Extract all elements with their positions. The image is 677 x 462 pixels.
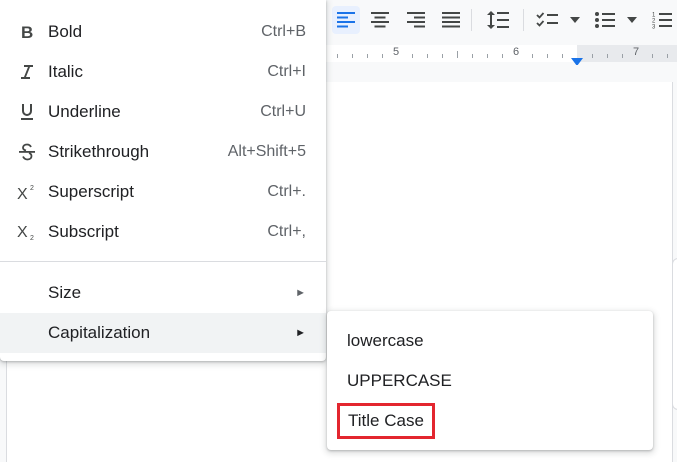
- menu-item-bold[interactable]: B Bold Ctrl+B: [0, 12, 326, 52]
- menu-item-label: Capitalization: [48, 323, 151, 342]
- toolbar-divider: [471, 9, 472, 31]
- ruler-tick: [532, 54, 533, 58]
- submenu-item-label: lowercase: [347, 331, 424, 350]
- menu-item-label: Underline: [48, 102, 121, 121]
- highlight-box: Title Case: [337, 403, 435, 439]
- ruler-active-area: [326, 45, 577, 62]
- superscript-icon: X2: [14, 180, 40, 204]
- menu-item-capitalization[interactable]: Capitalization ►: [0, 313, 326, 353]
- svg-text:X: X: [17, 186, 28, 201]
- menu-item-shortcut: Ctrl+U: [260, 103, 306, 120]
- ruler-tick: [652, 54, 653, 58]
- submenu-item-title-case[interactable]: Title Case: [327, 401, 653, 441]
- text-format-menu: B Bold Ctrl+B Italic Ctrl+I Underline Ct…: [0, 0, 326, 361]
- checklist-icon[interactable]: [533, 6, 561, 34]
- ruler-tick: [442, 54, 443, 58]
- ruler-tick: [427, 54, 428, 58]
- submenu-item-uppercase[interactable]: UPPERCASE: [327, 361, 653, 401]
- italic-icon: [14, 60, 40, 84]
- ruler-tick: [367, 54, 368, 58]
- ruler-tick: [337, 54, 338, 58]
- ruler[interactable]: 5 6 7: [326, 42, 677, 66]
- menu-item-italic[interactable]: Italic Ctrl+I: [0, 52, 326, 92]
- align-left-icon[interactable]: [332, 6, 360, 34]
- align-right-icon[interactable]: [402, 6, 430, 34]
- submenu-arrow-icon: ►: [295, 327, 306, 339]
- menu-item-superscript[interactable]: X2 Superscript Ctrl+.: [0, 172, 326, 212]
- menu-item-size[interactable]: Size ►: [0, 273, 326, 313]
- side-panel-edge: [672, 258, 677, 410]
- menu-item-shortcut: Alt+Shift+5: [227, 143, 306, 160]
- svg-text:2: 2: [30, 235, 34, 241]
- ruler-tick: [352, 54, 353, 58]
- menu-item-underline[interactable]: Underline Ctrl+U: [0, 92, 326, 132]
- justify-icon[interactable]: [437, 6, 465, 34]
- ruler-number: 7: [632, 46, 640, 58]
- submenu-item-label: UPPERCASE: [347, 371, 452, 390]
- ruler-number: 6: [512, 46, 520, 58]
- ruler-tick: [622, 54, 623, 58]
- menu-item-shortcut: Ctrl+B: [261, 23, 306, 40]
- menu-item-label: Subscript: [48, 222, 119, 241]
- ruler-tick: [502, 54, 503, 58]
- menu-item-label: Strikethrough: [48, 142, 150, 161]
- capitalization-submenu: lowercase UPPERCASE Title Case: [327, 311, 653, 450]
- subscript-icon: X2: [14, 220, 40, 244]
- ruler-number: 5: [392, 46, 400, 58]
- line-spacing-icon[interactable]: [484, 6, 512, 34]
- menu-item-label: Superscript: [48, 182, 134, 201]
- svg-text:B: B: [21, 24, 33, 40]
- menu-item-shortcut: Ctrl+.: [267, 183, 306, 200]
- ruler-tick: [487, 54, 488, 58]
- submenu-item-lowercase[interactable]: lowercase: [327, 321, 653, 361]
- chevron-down-icon[interactable]: [569, 14, 581, 26]
- strikethrough-icon: [14, 140, 40, 164]
- ruler-tick: [667, 54, 668, 58]
- chevron-down-icon[interactable]: [626, 14, 638, 26]
- ruler-tick: [562, 54, 563, 58]
- menu-item-label: Bold: [48, 22, 83, 41]
- ruler-tick: [457, 51, 458, 58]
- ruler-tick: [412, 54, 413, 58]
- ruler-tick: [472, 54, 473, 58]
- menu-item-subscript[interactable]: X2 Subscript Ctrl+,: [0, 212, 326, 252]
- menu-item-shortcut: Ctrl+I: [267, 63, 306, 80]
- svg-text:X: X: [17, 224, 28, 241]
- submenu-arrow-icon: ►: [295, 287, 306, 299]
- ruler-tick: [547, 54, 548, 58]
- numbered-list-icon[interactable]: 123: [648, 6, 676, 34]
- align-center-icon[interactable]: [366, 6, 394, 34]
- menu-item-label: Size: [48, 283, 82, 302]
- ruler-tick: [607, 54, 608, 58]
- menu-item-strikethrough[interactable]: Strikethrough Alt+Shift+5: [0, 132, 326, 172]
- ruler-tick: [382, 54, 383, 58]
- toolbar-divider: [523, 9, 524, 31]
- svg-text:2: 2: [30, 185, 34, 192]
- bold-icon: B: [14, 20, 40, 44]
- bulleted-list-icon[interactable]: [591, 6, 619, 34]
- submenu-item-label: Title Case: [348, 411, 424, 430]
- underline-icon: [14, 100, 40, 124]
- svg-text:3: 3: [652, 25, 656, 30]
- menu-item-shortcut: Ctrl+,: [267, 223, 306, 240]
- toolbar: 123: [326, 0, 677, 42]
- ruler-tick: [592, 54, 593, 58]
- menu-item-label: Italic: [48, 62, 83, 81]
- menu-divider: [0, 261, 326, 262]
